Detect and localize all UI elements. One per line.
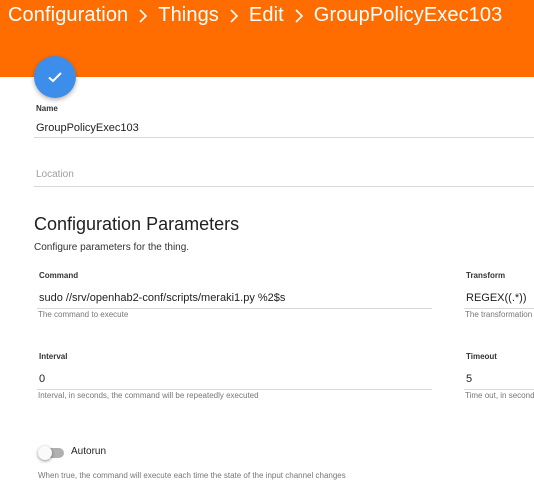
interval-underline <box>37 389 432 390</box>
transform-input[interactable]: REGEX((.*)) <box>466 292 527 304</box>
name-underline <box>34 137 534 138</box>
timeout-label: Timeout <box>466 352 497 361</box>
timeout-input[interactable]: 5 <box>466 373 472 385</box>
interval-label: Interval <box>39 352 68 361</box>
autorun-toggle-knob <box>38 446 52 460</box>
location-underline <box>34 186 534 187</box>
thing-edit-page: Configuration Things Edit GroupPolicyExe… <box>0 0 534 500</box>
location-input[interactable]: Location <box>36 169 74 180</box>
breadcrumb: Configuration Things Edit GroupPolicyExe… <box>8 4 502 27</box>
breadcrumb-thing-name: GroupPolicyExec103 <box>313 4 503 26</box>
timeout-underline <box>464 389 534 390</box>
chevron-right-icon <box>294 8 304 23</box>
transform-help: The transformation <box>465 310 533 319</box>
interval-input[interactable]: 0 <box>39 373 45 385</box>
autorun-label: Autorun <box>71 446 107 457</box>
command-help: The command to execute <box>38 310 129 319</box>
app-header: Configuration Things Edit GroupPolicyExe… <box>0 0 534 77</box>
config-section-title: Configuration Parameters <box>34 214 240 234</box>
name-input[interactable]: GroupPolicyExec103 <box>36 122 139 134</box>
command-underline <box>37 308 432 309</box>
transform-underline <box>464 308 534 309</box>
breadcrumb-configuration[interactable]: Configuration <box>8 4 128 27</box>
autorun-help: When true, the command will execute each… <box>38 471 346 480</box>
check-icon <box>48 72 62 83</box>
config-section-subtitle: Configure parameters for the thing. <box>34 242 190 253</box>
timeout-help: Time out, in seconds <box>465 391 534 400</box>
chevron-right-icon <box>229 8 239 23</box>
autorun-toggle[interactable] <box>38 446 64 460</box>
save-button[interactable] <box>34 56 76 98</box>
command-input[interactable]: sudo //srv/openhab2-conf/scripts/meraki1… <box>39 292 285 304</box>
transform-label: Transform <box>466 271 506 280</box>
interval-help: Interval, in seconds, the command will b… <box>38 391 259 400</box>
breadcrumb-edit[interactable]: Edit <box>249 4 284 27</box>
breadcrumb-things[interactable]: Things <box>158 4 219 27</box>
name-label: Name <box>36 104 58 113</box>
command-label: Command <box>39 271 79 280</box>
chevron-right-icon <box>138 8 148 23</box>
